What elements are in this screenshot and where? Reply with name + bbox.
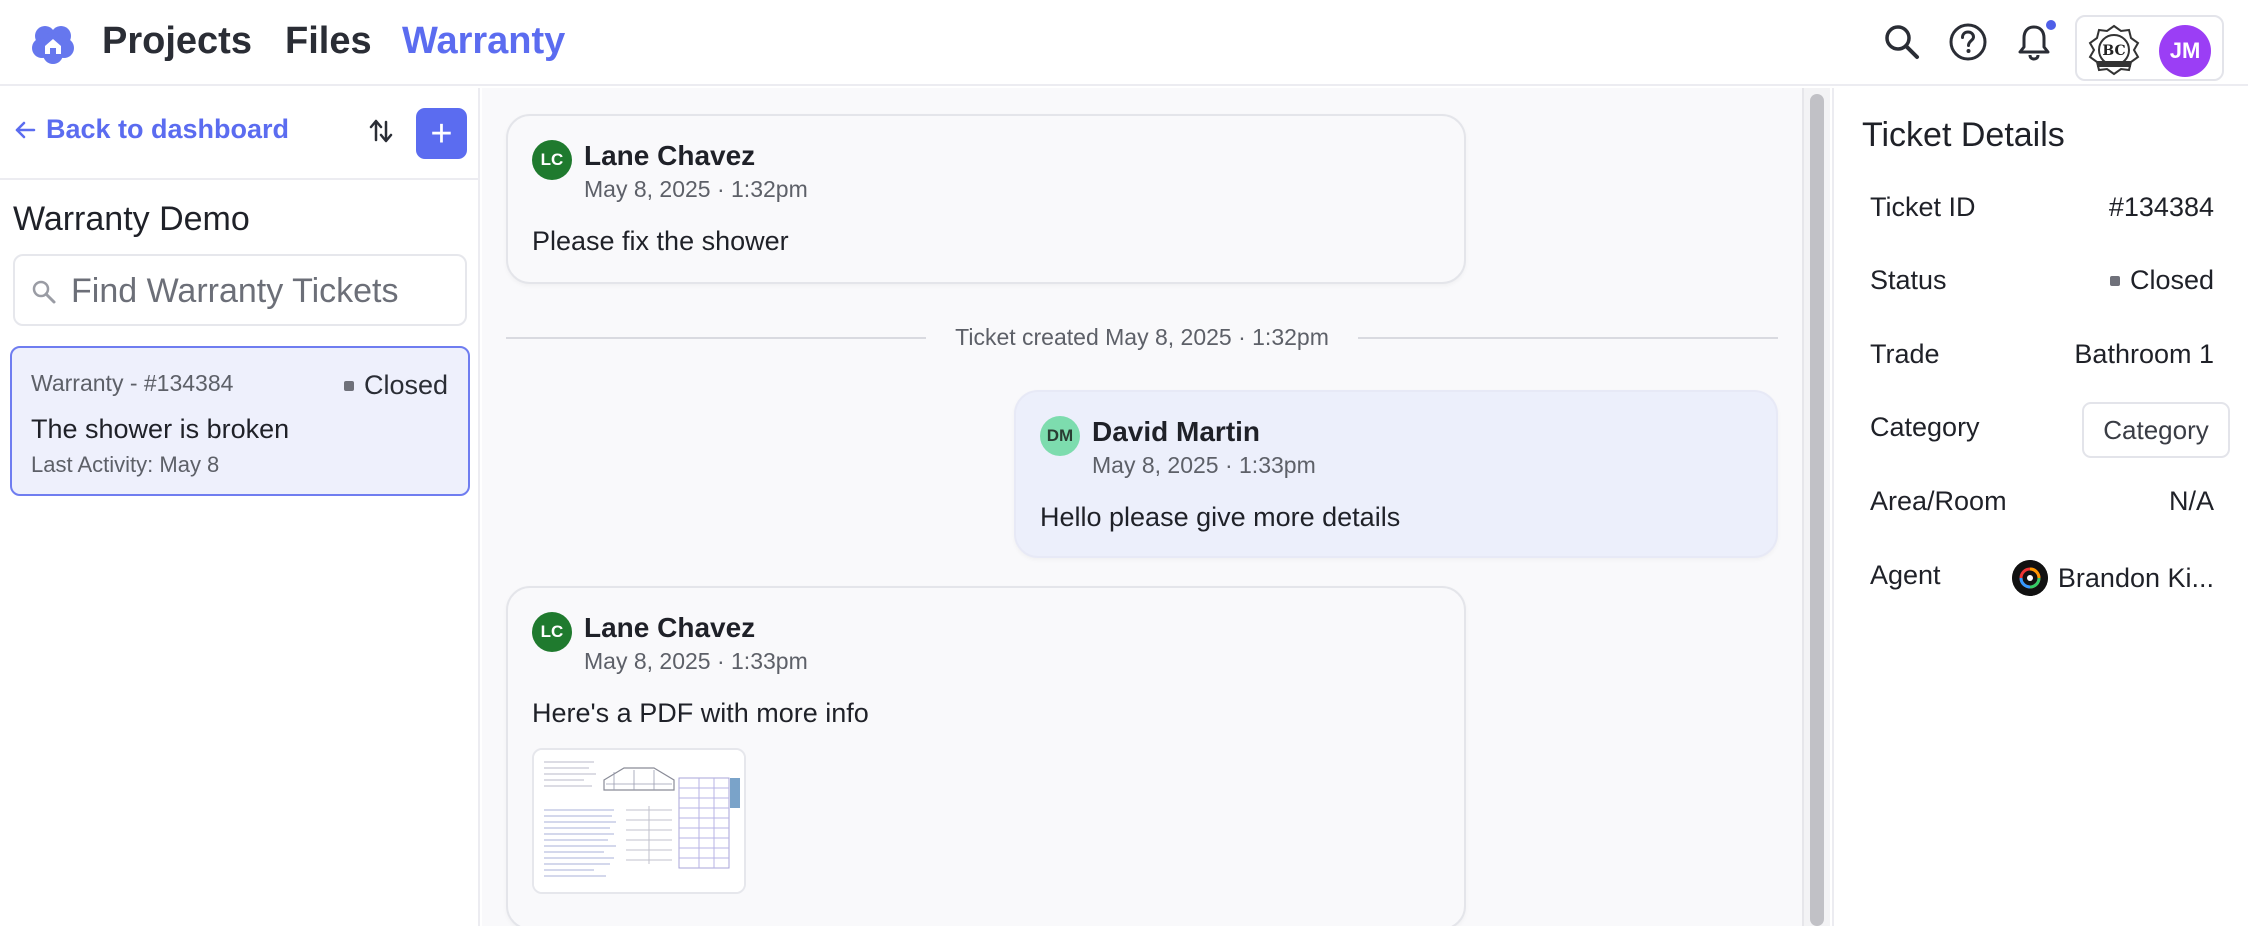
ticket-search-input[interactable] xyxy=(71,268,461,314)
user-avatar[interactable]: JM xyxy=(2159,25,2211,77)
ticket-sidebar: Back to dashboard + Warranty Demo Warran… xyxy=(0,88,480,926)
ticket-reference: Warranty - #134384 xyxy=(31,370,234,396)
detail-value: Closed xyxy=(2129,265,2214,295)
message-card: DM David Martin May 8, 2025 · 1:33pm Hel… xyxy=(1014,390,1778,558)
detail-value: Bathroom 1 xyxy=(2074,339,2214,369)
details-title: Ticket Details xyxy=(1862,116,2065,154)
detail-row-status: Status Closed xyxy=(1870,259,2214,303)
detail-label: Agent xyxy=(1870,560,1941,590)
detail-row-category: Category Category xyxy=(1870,402,2230,458)
detail-label: Status xyxy=(1870,265,1947,295)
document-preview-icon xyxy=(534,750,744,892)
message-timestamp: May 8, 2025 · 1:33pm xyxy=(584,648,808,674)
message-author: David Martin xyxy=(1092,416,1261,447)
message-feed: LC Lane Chavez May 8, 2025 · 1:32pm Plea… xyxy=(482,88,1802,926)
agent-avatar-icon xyxy=(2011,560,2048,596)
detail-value: N/A xyxy=(2168,486,2214,516)
detail-row-trade: Trade Bathroom 1 xyxy=(1870,333,2214,377)
ticket-search-box[interactable] xyxy=(13,254,467,326)
notification-dot xyxy=(2046,20,2056,30)
company-logo-icon: BC xyxy=(2088,24,2140,76)
add-ticket-button[interactable]: + xyxy=(416,108,467,159)
project-title: Warranty Demo xyxy=(13,200,250,238)
ticket-status-label: Closed xyxy=(363,370,448,400)
detail-label: Category xyxy=(1870,412,1980,442)
category-select-button[interactable]: Category xyxy=(2082,402,2230,458)
message-author: Lane Chavez xyxy=(584,612,756,643)
avatar: DM xyxy=(1040,416,1080,456)
avatar: LC xyxy=(532,612,572,652)
account-menu[interactable]: BC JM xyxy=(2075,15,2224,81)
status-square-icon xyxy=(2109,275,2120,286)
ticket-status-badge: Closed xyxy=(343,370,448,401)
search-icon[interactable] xyxy=(1882,22,1922,62)
message-timestamp: May 8, 2025 · 1:33pm xyxy=(1092,452,1316,478)
search-icon xyxy=(32,280,56,304)
detail-value: Brandon Ki... xyxy=(2057,562,2214,593)
pdf-attachment-thumbnail[interactable] xyxy=(532,748,746,894)
agent-avatar xyxy=(2011,560,2048,596)
detail-row-agent: Agent Brandon Ki... xyxy=(1870,554,2214,598)
detail-row-area-room: Area/Room N/A xyxy=(1870,480,2214,524)
nav-warranty[interactable]: Warranty xyxy=(402,20,565,63)
status-square-icon xyxy=(343,380,354,391)
detail-row-ticket-id: Ticket ID #134384 xyxy=(1870,186,2214,230)
ticket-last-activity: Last Activity: May 8 xyxy=(31,452,220,477)
event-divider-left xyxy=(506,337,926,339)
message-author: Lane Chavez xyxy=(584,140,756,171)
ticket-details-panel: Ticket Details Ticket ID #134384 Status … xyxy=(1832,88,2248,926)
nav-files[interactable]: Files xyxy=(285,20,372,63)
detail-label: Ticket ID xyxy=(1870,192,1976,222)
app-logo-icon[interactable] xyxy=(30,20,76,66)
divider xyxy=(0,178,478,180)
ticket-list-item[interactable]: Warranty - #134384 Closed The shower is … xyxy=(10,346,470,496)
message-text: Hello please give more details xyxy=(1040,502,1401,532)
feed-scrollbar-thumb[interactable] xyxy=(1810,94,1824,926)
nav-projects[interactable]: Projects xyxy=(102,20,252,63)
sort-icon[interactable] xyxy=(366,116,396,146)
message-text: Here's a PDF with more info xyxy=(532,698,869,728)
top-bar: Projects Files Warranty BC JM xyxy=(0,0,2248,86)
back-to-dashboard-link[interactable]: Back to dashboard xyxy=(14,114,289,145)
avatar: LC xyxy=(532,140,572,180)
back-to-dashboard-label: Back to dashboard xyxy=(46,114,290,144)
help-icon[interactable] xyxy=(1948,22,1988,62)
agent-value[interactable]: Brandon Ki... xyxy=(2011,560,2214,596)
message-card: LC Lane Chavez May 8, 2025 · 1:33pm Here… xyxy=(506,586,1466,926)
message-text: Please fix the shower xyxy=(532,226,789,256)
event-divider-right xyxy=(1358,337,1778,339)
ticket-title: The shower is broken xyxy=(31,414,290,444)
detail-status-value: Closed xyxy=(2109,265,2214,296)
detail-label: Area/Room xyxy=(1870,486,2007,516)
company-logo-text: BC xyxy=(2102,43,2125,59)
detail-label: Trade xyxy=(1870,339,1940,369)
message-timestamp: May 8, 2025 · 1:32pm xyxy=(584,176,808,202)
arrow-left-icon xyxy=(15,121,36,138)
detail-value: #134384 xyxy=(2108,192,2214,222)
ticket-created-event: Ticket created May 8, 2025 · 1:32pm xyxy=(955,324,1329,350)
message-card: LC Lane Chavez May 8, 2025 · 1:32pm Plea… xyxy=(506,114,1466,284)
